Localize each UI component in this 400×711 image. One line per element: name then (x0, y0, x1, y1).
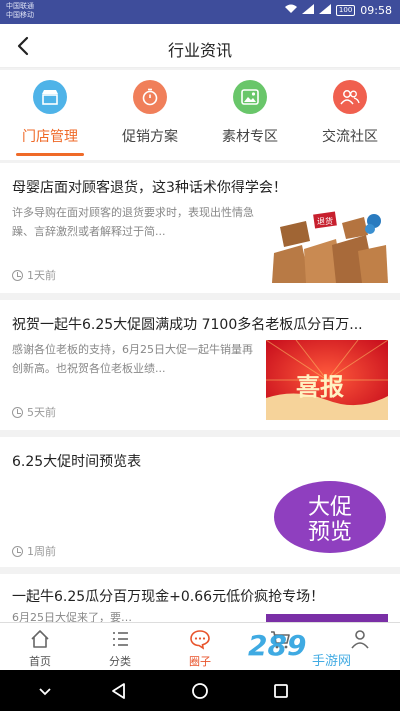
battery-indicator: 100 (335, 5, 356, 16)
list-icon (109, 628, 131, 650)
article-summary: 感谢各位老板的支持，6月25日大促一起牛销量再创新高。也祝贺各位老板业绩... (12, 343, 253, 375)
nav-bar: 行业资讯 (0, 24, 400, 68)
tab-categories[interactable]: 分类 (80, 623, 160, 671)
article-time: 1周前 (12, 543, 56, 559)
article-time: 1天前 (12, 267, 56, 283)
tab-circle[interactable]: 圈子 (160, 623, 240, 671)
tab-label: 门店管理 (22, 129, 78, 145)
signal-icon (318, 4, 331, 17)
tab-label: 圈子 (189, 655, 211, 668)
watermark-number: 289 (248, 629, 306, 662)
clock-icon (12, 269, 23, 281)
back-triangle-icon[interactable] (106, 678, 132, 704)
wifi-icon (284, 4, 297, 17)
thumbnail-text: 大促 (308, 495, 352, 520)
article-title: 一起牛6.25瓜分百万现金+0.66元低价疯抢专场！ (12, 589, 325, 605)
watermark-logo: 289 手游网 (246, 627, 396, 669)
article-card[interactable]: 一起牛6.25瓜分百万现金+0.66元低价疯抢专场！ 6月25日大促来了，要… (0, 574, 400, 624)
clock-icon (12, 545, 23, 557)
category-tabs: 门店管理 促销方案 素材专区 交流社区 (0, 70, 400, 160)
tab-promotion-plans[interactable]: 促销方案 (100, 70, 200, 160)
carrier-info: 中国联通 中国移动 (6, 2, 34, 20)
collapse-icon[interactable] (32, 678, 58, 704)
chat-bubble-icon (189, 628, 211, 650)
article-summary: 许多导购在面对顾客的退货要求时，表现出性情急躁、言辞激烈或者解释过于简... (12, 206, 254, 238)
tab-community[interactable]: 交流社区 (300, 70, 400, 160)
people-icon (333, 80, 367, 114)
article-time-text: 1天前 (27, 269, 56, 282)
article-time: 5天前 (12, 404, 56, 420)
tab-label: 首页 (29, 655, 51, 668)
tab-store-management[interactable]: 门店管理 (0, 70, 100, 160)
article-time-text: 1周前 (27, 545, 56, 558)
active-tab-indicator (16, 153, 84, 156)
status-bar: 中国联通 中国移动 100 09:58 (0, 0, 400, 24)
carrier-1: 中国联通 (6, 2, 34, 10)
image-icon (233, 80, 267, 114)
home-circle-icon[interactable] (187, 678, 213, 704)
timer-icon (133, 80, 167, 114)
article-title: 6.25大促时间预览表 (12, 454, 142, 470)
tab-label: 交流社区 (322, 129, 378, 145)
tab-label: 分类 (109, 655, 131, 668)
store-icon (33, 80, 67, 114)
tab-label: 素材专区 (222, 129, 278, 145)
article-title: 母婴店面对顾客退货，这3种话术你得学会！ (12, 180, 287, 196)
system-nav-bar (0, 670, 400, 711)
watermark-text: 手游网 (312, 654, 351, 669)
status-icons: 100 09:58 (284, 4, 392, 17)
tab-materials[interactable]: 素材专区 (200, 70, 300, 160)
article-card[interactable]: 6.25大促时间预览表 1周前 大促 预览 (0, 437, 400, 567)
article-thumbnail (266, 614, 388, 622)
article-thumbnail: 退货 (266, 205, 388, 285)
clock-icon (12, 406, 23, 418)
article-thumbnail: 喜报 (266, 340, 388, 420)
thumbnail-text: 喜报 (296, 372, 344, 401)
article-title: 祝贺一起牛6.25大促圆满成功 7100多名老板瓜分百万... (12, 317, 363, 333)
home-icon (29, 628, 51, 650)
signal-icon (301, 4, 314, 17)
recent-apps-icon[interactable] (268, 678, 294, 704)
thumbnail-text: 预览 (308, 520, 352, 545)
page-title: 行业资讯 (167, 41, 232, 60)
article-card[interactable]: 祝贺一起牛6.25大促圆满成功 7100多名老板瓜分百万... 感谢各位老板的支… (0, 300, 400, 430)
article-thumbnail: 大促 预览 (266, 475, 388, 555)
tab-label: 促销方案 (122, 129, 178, 145)
thumbnail-text: 退货 (317, 216, 333, 226)
article-time-text: 5天前 (27, 406, 56, 419)
tab-home[interactable]: 首页 (0, 623, 80, 671)
article-card[interactable]: 母婴店面对顾客退货，这3种话术你得学会！ 许多导购在面对顾客的退货要求时，表现出… (0, 163, 400, 293)
bottom-tab-bar: 首页 分类 圈子 289 手游网 (0, 622, 400, 670)
carrier-2: 中国移动 (6, 11, 34, 19)
status-time: 09:58 (360, 4, 392, 17)
